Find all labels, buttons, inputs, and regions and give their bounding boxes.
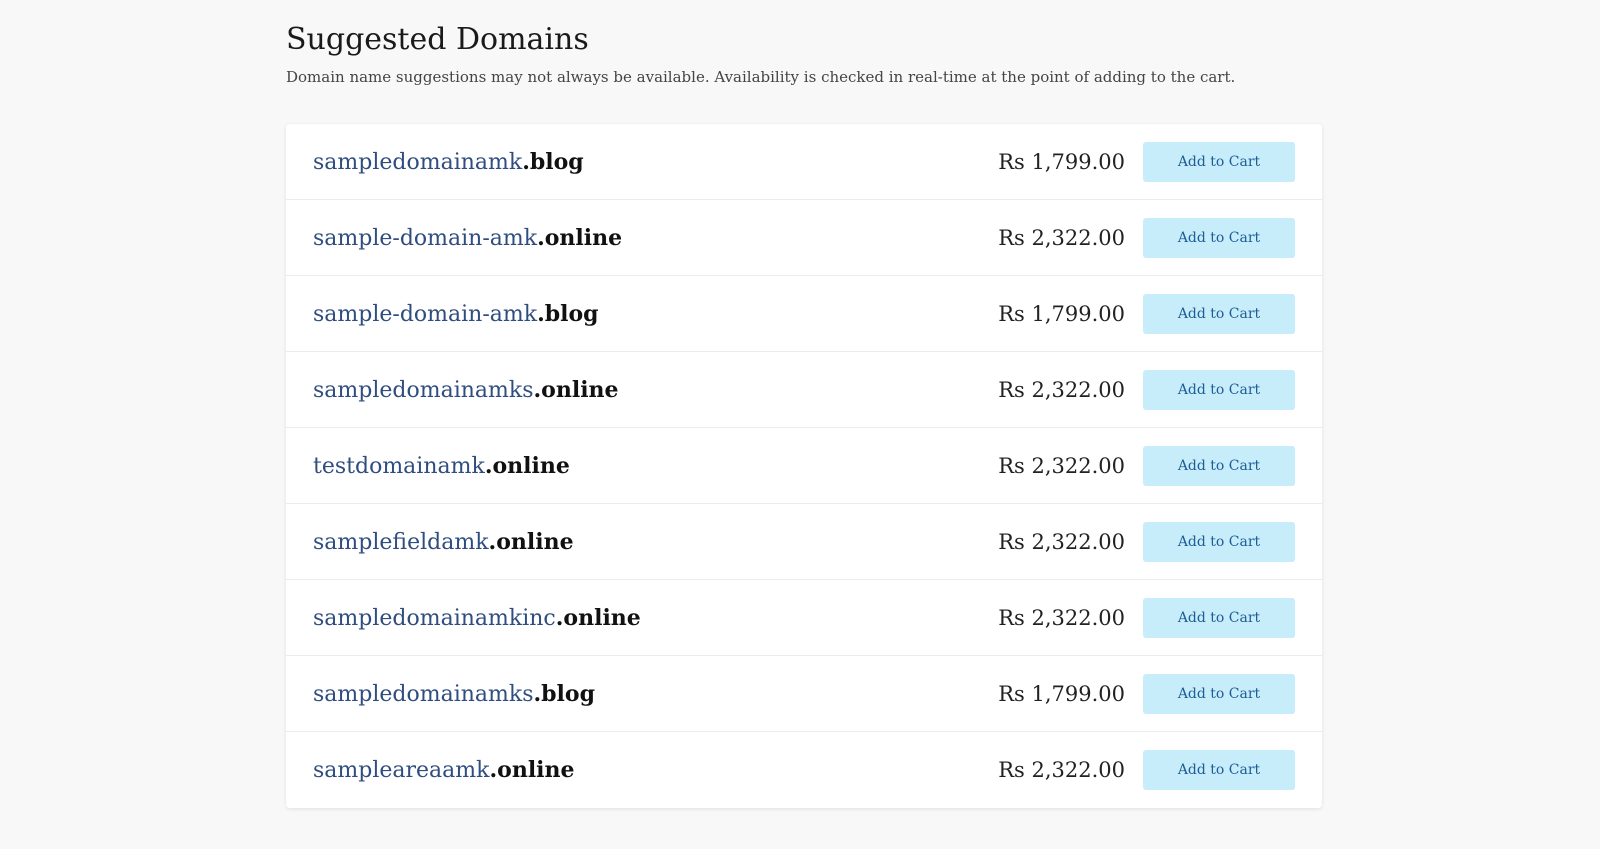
domain-sld: sampledomainamks xyxy=(313,377,534,403)
domain-row: sampledomainamkinc.online Rs 2,322.00 Ad… xyxy=(286,580,1322,656)
domain-price: Rs 2,322.00 xyxy=(998,758,1125,782)
domain-row: sample-domain-amk.online Rs 2,322.00 Add… xyxy=(286,200,1322,276)
domain-row: sampledomainamk.blog Rs 1,799.00 Add to … xyxy=(286,124,1322,200)
domain-tld: .online xyxy=(484,452,570,479)
domain-price: Rs 2,322.00 xyxy=(998,453,1125,478)
availability-note: Domain name suggestions may not always b… xyxy=(286,68,1236,86)
add-to-cart-button[interactable]: Add to Cart xyxy=(1143,597,1295,638)
add-to-cart-button[interactable]: Add to Cart xyxy=(1143,141,1295,182)
domain-tld: .online xyxy=(537,224,623,251)
domain-price: Rs 2,322.00 xyxy=(998,529,1125,554)
domain-price: Rs 2,322.00 xyxy=(998,605,1125,630)
domain-sld: sampledomainamkinc xyxy=(313,605,556,631)
domain-row: testdomainamk.online Rs 2,322.00 Add to … xyxy=(286,428,1322,504)
domain-tld: .online xyxy=(488,528,574,555)
domain-name: sample-domain-amk.online xyxy=(313,225,998,251)
suggested-domains-section: Suggested Domains Domain name suggestion… xyxy=(286,0,1322,808)
add-to-cart-button[interactable]: Add to Cart xyxy=(1143,750,1295,790)
domain-tld: .online xyxy=(489,757,575,783)
domain-name: sample-domain-amk.blog xyxy=(313,301,998,327)
domain-tld: .blog xyxy=(533,680,595,707)
domain-sld: sampledomainamks xyxy=(313,681,534,707)
domain-name: sampledomainamks.online xyxy=(313,377,998,403)
domain-price: Rs 1,799.00 xyxy=(998,681,1125,706)
domain-sld: testdomainamk xyxy=(313,453,485,479)
add-to-cart-button[interactable]: Add to Cart xyxy=(1143,521,1295,562)
add-to-cart-button[interactable]: Add to Cart xyxy=(1143,673,1295,714)
domain-price: Rs 1,799.00 xyxy=(998,301,1125,326)
domain-row: sampledomainamks.blog Rs 1,799.00 Add to… xyxy=(286,656,1322,732)
add-to-cart-button[interactable]: Add to Cart xyxy=(1143,445,1295,486)
domain-sld: sampledomainamk xyxy=(313,149,523,175)
domain-name: sampledomainamk.blog xyxy=(313,149,998,175)
page-title: Suggested Domains xyxy=(286,22,589,57)
domain-row: sampledomainamks.online Rs 2,322.00 Add … xyxy=(286,352,1322,428)
domain-tld: .online xyxy=(555,604,641,631)
domain-sld: sampleareaamk xyxy=(313,758,490,783)
domain-suggestions-list: sampledomainamk.blog Rs 1,799.00 Add to … xyxy=(286,124,1322,808)
domain-name: sampleareaamk.online xyxy=(313,757,998,783)
domain-price: Rs 1,799.00 xyxy=(998,149,1125,174)
domain-tld: .blog xyxy=(537,300,599,327)
add-to-cart-button[interactable]: Add to Cart xyxy=(1143,369,1295,410)
domain-sld: sample-domain-amk xyxy=(313,301,538,327)
add-to-cart-button[interactable]: Add to Cart xyxy=(1143,293,1295,334)
domain-name: testdomainamk.online xyxy=(313,453,998,479)
domain-price: Rs 2,322.00 xyxy=(998,377,1125,402)
domain-name: sampledomainamks.blog xyxy=(313,681,998,707)
domain-row: samplefieldamk.online Rs 2,322.00 Add to… xyxy=(286,504,1322,580)
domain-row: sampleareaamk.online Rs 2,322.00 Add to … xyxy=(286,732,1322,808)
domain-price: Rs 2,322.00 xyxy=(998,225,1125,250)
domain-name: samplefieldamk.online xyxy=(313,529,998,555)
domain-tld: .blog xyxy=(522,148,584,175)
add-to-cart-button[interactable]: Add to Cart xyxy=(1143,217,1295,258)
domain-sld: sample-domain-amk xyxy=(313,225,538,251)
domain-sld: samplefieldamk xyxy=(313,529,489,555)
domain-row: sample-domain-amk.blog Rs 1,799.00 Add t… xyxy=(286,276,1322,352)
domain-name: sampledomainamkinc.online xyxy=(313,605,998,631)
domain-tld: .online xyxy=(533,376,619,403)
